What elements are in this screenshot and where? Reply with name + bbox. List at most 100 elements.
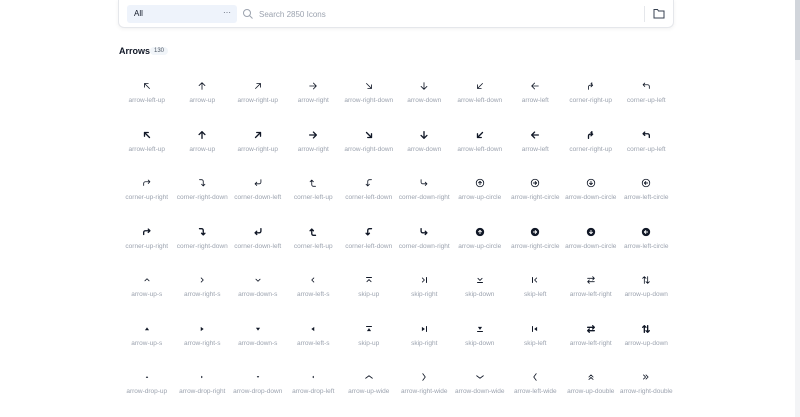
scrollbar[interactable] <box>795 0 800 417</box>
corner-up-left-icon <box>638 78 654 94</box>
icon-tile[interactable]: arrow-left-right <box>563 321 619 370</box>
icon-tile[interactable]: arrow-right <box>286 127 342 176</box>
icon-tile[interactable]: corner-right-down <box>175 224 231 273</box>
icon-tile[interactable]: arrow-left-up <box>119 127 175 176</box>
icon-tile[interactable]: arrow-right-s <box>175 321 231 370</box>
icon-tile[interactable]: arrow-right-down <box>341 127 397 176</box>
icon-tile[interactable]: arrow-right-circle <box>508 175 564 224</box>
folder-icon[interactable] <box>653 8 665 19</box>
icon-tile[interactable]: arrow-down-s <box>230 272 286 321</box>
arrow-left-up-bold-icon <box>139 127 155 143</box>
icon-tile[interactable]: arrow-left-wide <box>508 369 564 417</box>
icon-tile[interactable]: skip-right <box>397 321 453 370</box>
icon-label: arrow-down <box>407 97 442 104</box>
icon-tile[interactable]: skip-left <box>508 321 564 370</box>
corner-down-right-icon <box>416 175 432 191</box>
icon-tile[interactable]: arrow-right-circle <box>508 224 564 273</box>
icon-tile[interactable]: arrow-down-circle <box>563 175 619 224</box>
icon-tile[interactable]: skip-down <box>452 321 508 370</box>
icon-label: arrow-up-down <box>624 291 668 298</box>
icon-tile[interactable]: corner-down-left <box>230 224 286 273</box>
icon-tile[interactable]: corner-up-left <box>619 78 675 127</box>
icon-tile[interactable]: arrow-up-double <box>563 369 619 417</box>
arrow-down-bold-icon <box>416 127 432 143</box>
arrow-up-down-bold-icon <box>638 321 654 337</box>
icon-tile[interactable]: corner-up-right <box>119 224 175 273</box>
icon-tile[interactable]: arrow-down <box>397 78 453 127</box>
icon-label: arrow-right-wide <box>400 388 448 395</box>
icon-tile[interactable]: arrow-down <box>397 127 453 176</box>
icon-tile[interactable]: arrow-right-down <box>341 78 397 127</box>
icon-tile[interactable]: arrow-up-down <box>619 272 675 321</box>
icon-tile[interactable]: arrow-right-double <box>619 369 675 417</box>
icon-tile[interactable]: arrow-left-circle <box>619 224 675 273</box>
icon-tile[interactable]: arrow-drop-left <box>286 369 342 417</box>
icon-tile[interactable]: corner-left-up <box>286 175 342 224</box>
icon-tile[interactable]: corner-right-up <box>563 78 619 127</box>
icon-tile[interactable]: arrow-right-wide <box>397 369 453 417</box>
icon-tile[interactable]: arrow-down-wide <box>452 369 508 417</box>
icon-tile[interactable]: corner-down-right <box>397 175 453 224</box>
icon-tile[interactable]: arrow-down-s <box>230 321 286 370</box>
icon-tile[interactable]: skip-up <box>341 321 397 370</box>
icon-tile[interactable]: arrow-up <box>175 127 231 176</box>
icon-tile[interactable]: corner-left-down <box>341 224 397 273</box>
icon-tile[interactable]: corner-left-down <box>341 175 397 224</box>
icon-tile[interactable]: corner-left-up <box>286 224 342 273</box>
icon-tile[interactable]: corner-up-right <box>119 175 175 224</box>
skip-up-icon <box>361 272 377 288</box>
arrow-left-icon <box>527 78 543 94</box>
icon-tile[interactable]: arrow-up-down <box>619 321 675 370</box>
search-input[interactable] <box>259 7 639 21</box>
icon-tile[interactable]: arrow-up <box>175 78 231 127</box>
icon-tile[interactable]: arrow-left-down <box>452 127 508 176</box>
icon-tile[interactable]: arrow-left <box>508 78 564 127</box>
icon-tile[interactable]: arrow-drop-right <box>175 369 231 417</box>
corner-down-left-bold-icon <box>250 224 266 240</box>
icon-tile[interactable]: arrow-up-circle <box>452 224 508 273</box>
icon-tile[interactable]: skip-down <box>452 272 508 321</box>
icon-tile[interactable]: arrow-up-wide <box>341 369 397 417</box>
arrow-left-up-icon <box>139 78 155 94</box>
icon-label: arrow-left-down <box>457 97 503 104</box>
icon-tile[interactable]: corner-right-down <box>175 175 231 224</box>
icon-tile[interactable]: arrow-drop-up <box>119 369 175 417</box>
arrow-up-wide-icon <box>361 369 377 385</box>
scrollbar-thumb[interactable] <box>795 0 800 60</box>
icon-label: corner-right-up <box>569 145 613 153</box>
icon-tile[interactable]: arrow-left-s <box>286 321 342 370</box>
icon-tile[interactable]: arrow-left-circle <box>619 175 675 224</box>
icon-tile[interactable]: arrow-left-s <box>286 272 342 321</box>
icon-tile[interactable]: arrow-right-s <box>175 272 231 321</box>
icon-tile[interactable]: arrow-up-s <box>119 321 175 370</box>
icon-label: skip-down <box>465 339 495 347</box>
icon-tile[interactable]: arrow-left <box>508 127 564 176</box>
icon-grid: arrow-left-up arrow-up arrow-right-up arrow… <box>119 78 674 417</box>
icon-tile[interactable]: arrow-up-circle <box>452 175 508 224</box>
icon-tile[interactable]: arrow-up-s <box>119 272 175 321</box>
icon-tile[interactable]: arrow-right-up <box>230 127 286 176</box>
arrow-down-wide-icon <box>472 369 488 385</box>
corner-left-down-bold-icon <box>361 224 377 240</box>
icon-tile[interactable]: arrow-right <box>286 78 342 127</box>
skip-left-icon <box>527 272 543 288</box>
triangle-up-icon <box>139 321 155 337</box>
icon-tile[interactable]: arrow-drop-down <box>230 369 286 417</box>
icon-tile[interactable]: corner-up-left <box>619 127 675 176</box>
icon-label: arrow-left-circle <box>624 242 669 250</box>
icon-tile[interactable]: skip-left <box>508 272 564 321</box>
icon-label: corner-up-right <box>125 242 169 250</box>
icon-tile[interactable]: arrow-right-up <box>230 78 286 127</box>
icon-tile[interactable]: arrow-left-up <box>119 78 175 127</box>
category-select[interactable]: All ⋯ <box>127 5 237 23</box>
icon-tile[interactable]: skip-right <box>397 272 453 321</box>
icon-tile[interactable]: corner-down-right <box>397 224 453 273</box>
icon-tile[interactable]: arrow-left-right <box>563 272 619 321</box>
icon-tile[interactable]: corner-down-left <box>230 175 286 224</box>
icon-tile[interactable]: arrow-down-circle <box>563 224 619 273</box>
icon-tile[interactable]: skip-up <box>341 272 397 321</box>
icon-label: arrow-down-circle <box>565 194 617 201</box>
icon-label: corner-down-left <box>234 242 282 250</box>
icon-tile[interactable]: corner-right-up <box>563 127 619 176</box>
icon-tile[interactable]: arrow-left-down <box>452 78 508 127</box>
